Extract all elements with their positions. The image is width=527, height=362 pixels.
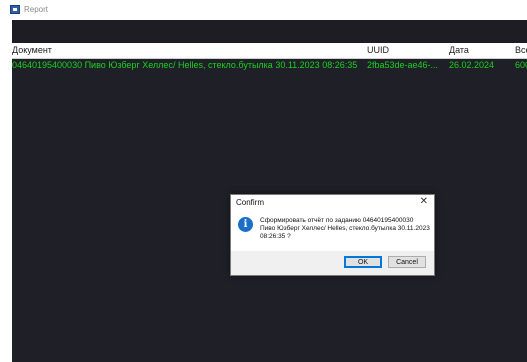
- ok-button[interactable]: OK: [344, 256, 382, 268]
- confirm-dialog: Confirm ✕ i Сформировать отчёт по задани…: [230, 194, 435, 276]
- cell-document: 04640195400030 Пиво Юзберг Хеллес/ Helle…: [12, 60, 358, 70]
- column-header-document[interactable]: Документ: [12, 45, 52, 55]
- dialog-title: Confirm: [236, 198, 265, 207]
- table-row[interactable]: 04640195400030 Пиво Юзберг Хеллес/ Helle…: [12, 59, 527, 72]
- column-header-date[interactable]: Дата: [449, 45, 469, 55]
- close-icon[interactable]: ✕: [420, 196, 428, 207]
- cell-uuid: 2fba53de-ae46-...: [367, 60, 439, 70]
- cancel-button[interactable]: Cancel: [388, 256, 426, 268]
- column-header-uuid[interactable]: UUID: [367, 45, 389, 55]
- cell-date: 26.02.2024: [449, 60, 495, 70]
- toolbar: [12, 20, 527, 43]
- title-bar: Report: [0, 0, 527, 20]
- column-header-total[interactable]: Всего: [515, 45, 527, 55]
- window-title: Report: [24, 5, 49, 14]
- app-icon: [10, 5, 20, 14]
- dialog-footer: OK Cancel: [231, 251, 434, 275]
- dialog-body: i Сформировать отчёт по заданию 04640195…: [231, 210, 434, 251]
- grid-header: Документ UUID Дата Всего: [12, 43, 527, 59]
- cell-total: 600: [515, 60, 527, 70]
- dialog-message: Сформировать отчёт по заданию 0464019540…: [260, 217, 430, 240]
- info-icon: i: [238, 217, 253, 232]
